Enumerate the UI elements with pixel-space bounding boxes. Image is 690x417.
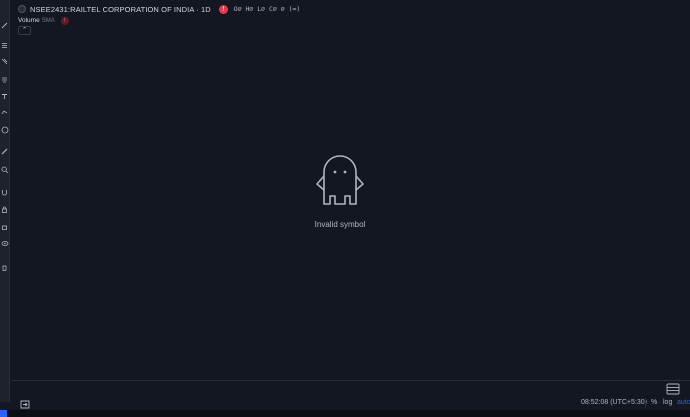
symbol-logo-icon xyxy=(18,5,26,13)
auto-scale-button[interactable]: auto xyxy=(677,399,690,406)
pitchfork-icon[interactable] xyxy=(0,55,9,67)
symbol-title[interactable]: NSEE2431:RAILTEL CORPORATION OF INDIA · … xyxy=(30,5,211,14)
go-to-date-button[interactable] xyxy=(19,397,31,409)
trend-line-icon[interactable] xyxy=(0,19,9,31)
bottom-toolbar: 08:52:08 (UTC+5:30) % log auto xyxy=(11,396,690,410)
ruler-icon[interactable] xyxy=(0,145,9,157)
footer-accent-tab[interactable] xyxy=(0,410,7,417)
text-tool-icon[interactable] xyxy=(0,90,9,102)
collapse-legend-button[interactable]: ⌃ xyxy=(18,26,31,35)
zoom-icon[interactable] xyxy=(0,164,9,176)
brush-icon[interactable] xyxy=(0,73,9,85)
left-drawing-toolbar xyxy=(0,0,10,402)
calendar-arrow-icon xyxy=(20,400,30,409)
lock-drawings-icon[interactable] xyxy=(0,203,9,215)
fib-retracement-icon[interactable] xyxy=(0,39,9,51)
log-scale-button[interactable]: log xyxy=(663,399,672,406)
indicator-name: Volume xyxy=(18,17,40,24)
trash-icon[interactable] xyxy=(0,261,9,273)
indicator-subtitle: SMA xyxy=(41,17,55,24)
indicator-error-icon[interactable]: ! xyxy=(60,16,69,25)
chevron-up-icon: ⌃ xyxy=(21,27,28,34)
timezone-clock[interactable]: 08:52:08 (UTC+5:30) xyxy=(581,399,647,406)
toolbar-separator xyxy=(645,398,646,408)
percent-scale-button[interactable]: % xyxy=(651,399,657,406)
ghost-icon xyxy=(316,155,364,205)
pane-divider xyxy=(11,380,690,381)
lock-icon[interactable] xyxy=(0,220,9,232)
magnet-icon[interactable] xyxy=(0,186,9,198)
invalid-symbol-state: Invalid symbol xyxy=(300,152,380,229)
bottom-panel-toggle-button[interactable] xyxy=(664,382,682,396)
panel-layout-icon xyxy=(666,383,680,395)
chart-pane[interactable]: NSEE2431:RAILTEL CORPORATION OF INDIA · … xyxy=(11,0,690,380)
ohlc-values: O∅ H∅ L∅ C∅ ∅ (∞) xyxy=(233,5,301,13)
footer-strip xyxy=(0,410,690,417)
volume-indicator-legend[interactable]: Volume SMA ! xyxy=(18,16,69,25)
emoji-icon[interactable] xyxy=(0,124,9,136)
eye-icon[interactable] xyxy=(0,237,9,249)
invalid-symbol-message: Invalid symbol xyxy=(314,220,366,229)
pattern-icon[interactable] xyxy=(0,106,9,118)
symbol-error-icon[interactable]: ! xyxy=(218,4,228,14)
main-series-legend: NSEE2431:RAILTEL CORPORATION OF INDIA · … xyxy=(18,3,300,15)
